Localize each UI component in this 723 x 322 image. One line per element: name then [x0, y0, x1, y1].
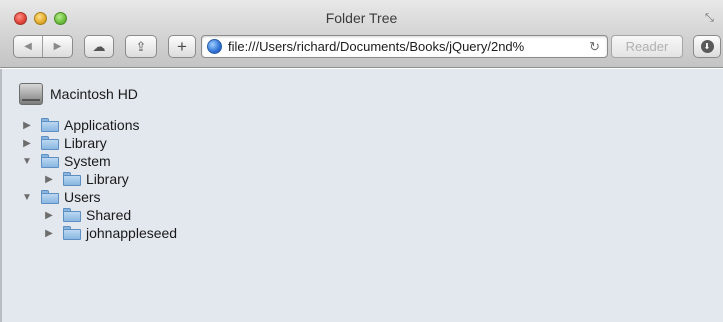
disclosure-collapsed-icon[interactable]: ▶ — [21, 120, 33, 131]
folder-label[interactable]: johnappleseed — [86, 225, 177, 241]
forward-button[interactable]: ▶ — [43, 36, 72, 57]
new-tab-button[interactable]: + — [168, 35, 196, 58]
tree-row[interactable]: ▼ Users — [21, 188, 101, 206]
back-button[interactable]: ◀ — [14, 36, 43, 57]
tree-row[interactable]: ▶ Library — [21, 134, 107, 152]
address-bar-url[interactable]: file:///Users/richard/Documents/Books/jQ… — [228, 39, 583, 54]
back-forward-group: ◀ ▶ — [13, 35, 73, 58]
disclosure-collapsed-icon[interactable]: ▶ — [43, 174, 55, 185]
tree-row[interactable]: ▶ johnappleseed — [43, 224, 177, 242]
share-icon: ⇪ — [135, 38, 147, 54]
page-content: Macintosh HD ▶ Applications ▶ Library ▼ Syste… — [0, 69, 723, 322]
download-icon: ⬇ — [700, 40, 714, 53]
folder-icon — [41, 190, 59, 204]
drive-label: Macintosh HD — [50, 86, 138, 102]
cloud-icon: ☁ — [92, 38, 106, 54]
downloads-button[interactable]: ⬇ — [693, 35, 721, 58]
window-chrome: Folder Tree ⤡ ◀ ▶ ☁ ⇪ + file:///Users/ri… — [0, 0, 723, 68]
folder-icon — [41, 118, 59, 132]
disclosure-collapsed-icon[interactable]: ▶ — [21, 138, 33, 149]
address-bar[interactable]: file:///Users/richard/Documents/Books/jQ… — [201, 35, 608, 58]
folder-icon — [41, 154, 59, 168]
tree-row[interactable]: ▼ System — [21, 152, 111, 170]
reload-icon[interactable]: ↻ — [589, 39, 600, 55]
icloud-tabs-button[interactable]: ☁ — [84, 35, 114, 58]
globe-icon — [207, 39, 222, 54]
browser-window: Folder Tree ⤡ ◀ ▶ ☁ ⇪ + file:///Users/ri… — [0, 0, 723, 322]
hard-drive-icon — [18, 82, 44, 106]
folder-icon — [63, 208, 81, 222]
folder-label[interactable]: Library — [64, 135, 107, 151]
tree-row[interactable]: ▶ Shared — [43, 206, 131, 224]
disclosure-collapsed-icon[interactable]: ▶ — [43, 210, 55, 221]
share-button[interactable]: ⇪ — [125, 35, 157, 58]
folder-label[interactable]: Users — [64, 189, 101, 205]
disclosure-collapsed-icon[interactable]: ▶ — [43, 228, 55, 239]
tree-row[interactable]: ▶ Library — [43, 170, 129, 188]
tree-row[interactable]: ▶ Applications — [21, 116, 140, 134]
folder-icon — [41, 136, 59, 150]
disclosure-expanded-icon[interactable]: ▼ — [21, 192, 33, 203]
fullscreen-icon[interactable]: ⤡ — [705, 12, 717, 24]
folder-label[interactable]: Library — [86, 171, 129, 187]
window-title: Folder Tree — [325, 10, 398, 26]
folder-icon — [63, 226, 81, 240]
reader-button[interactable]: Reader — [611, 35, 683, 58]
folder-icon — [63, 172, 81, 186]
folder-label[interactable]: Applications — [64, 117, 140, 133]
back-arrow-icon: ◀ — [24, 41, 32, 52]
disclosure-expanded-icon[interactable]: ▼ — [21, 156, 33, 167]
folder-label[interactable]: Shared — [86, 207, 131, 223]
folder-label[interactable]: System — [64, 153, 111, 169]
forward-arrow-icon: ▶ — [53, 41, 62, 52]
plus-icon: + — [177, 36, 187, 56]
drive-header: Macintosh HD — [18, 82, 138, 106]
